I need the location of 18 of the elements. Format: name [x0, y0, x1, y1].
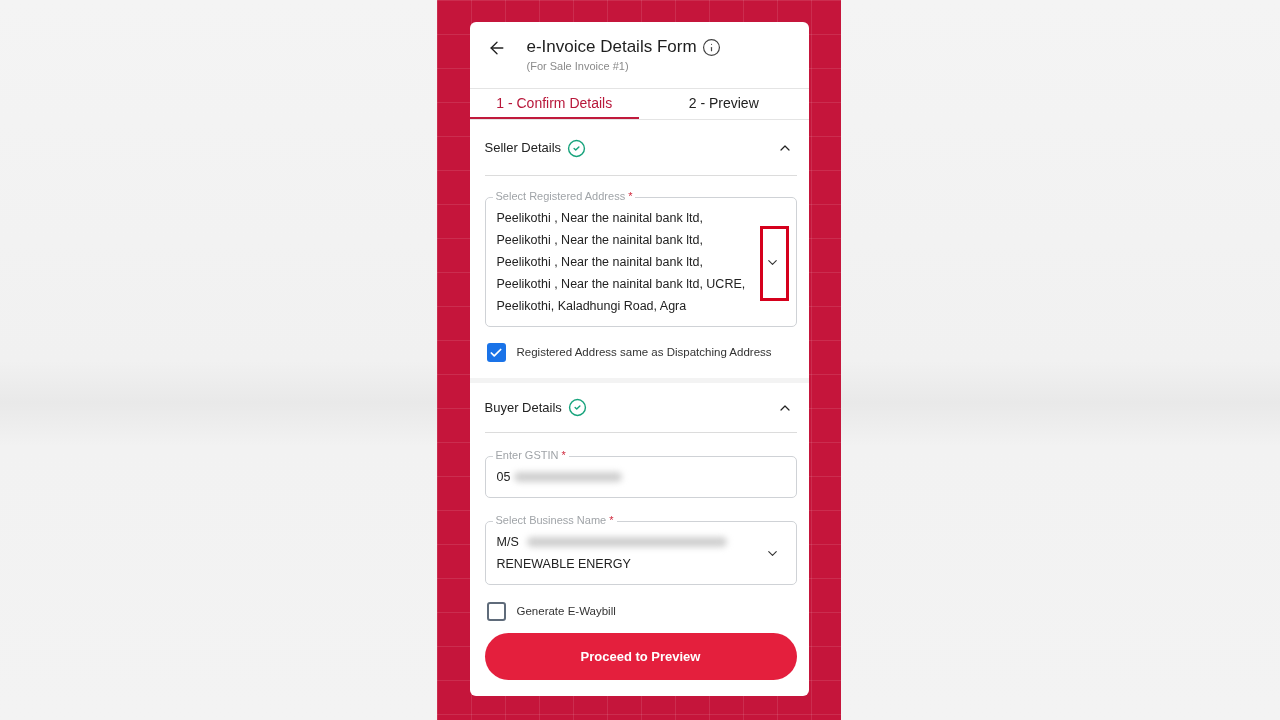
- field-value: Peelikothi , Near the nainital bank ltd, Peelikothi , Near the nainital bank ltd, Peelikothi , Near the nainital bank ltd, Peelikothi , Near the nainital bank ltd, UCRE, Peelikothi, Kaladhungi Road, Agra: [496, 210, 747, 315]
- info-icon[interactable]: [701, 37, 721, 57]
- page-title: e-Invoice Details Form: [526, 36, 697, 58]
- field-value: 05: [496, 469, 512, 486]
- checkbox[interactable]: [486, 602, 506, 621]
- checkbox-label: Registered Address same as Dispatching Address: [516, 344, 772, 360]
- tab[interactable]: 2 - Preview: [639, 89, 809, 119]
- field-label: Enter GSTIN *: [492, 448, 569, 462]
- checkbox[interactable]: [486, 343, 506, 362]
- field-value: M/S RENEWABLE ENERGY: [496, 534, 632, 573]
- proceed-button[interactable]: Proceed to Preview: [484, 633, 797, 680]
- field-label: Select Business Name *: [492, 513, 617, 527]
- tab[interactable]: 1 - Confirm Details: [469, 89, 639, 119]
- field-label: Select Registered Address *: [492, 189, 636, 203]
- page-subtitle: (For Sale Invoice #1): [526, 59, 630, 73]
- section-title: Buyer Details: [484, 398, 562, 417]
- section-title: Seller Details: [484, 139, 562, 158]
- checkbox-label: Generate E-Waybill: [516, 603, 616, 619]
